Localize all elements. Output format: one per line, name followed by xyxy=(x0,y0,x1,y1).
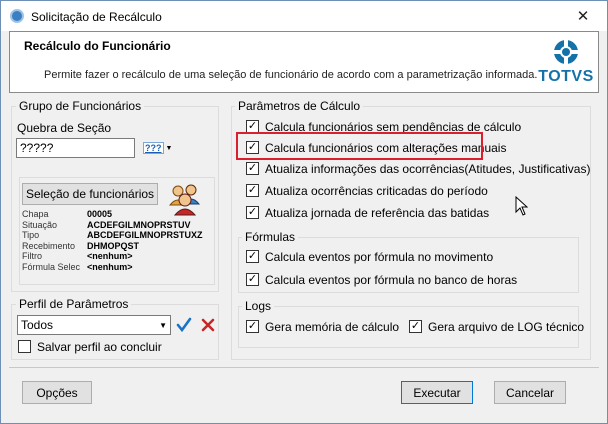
selecao-funcionarios-label: Seleção de funcionários xyxy=(25,187,155,201)
parametros-checkbox[interactable]: ✓ xyxy=(246,206,259,219)
perfil-select[interactable]: Todos ▼ xyxy=(17,315,171,335)
logo-text: TOTVS xyxy=(538,68,594,85)
title-bar: Solicitação de Recálculo ✕ xyxy=(1,1,607,31)
salvar-perfil-checkbox[interactable] xyxy=(18,340,31,353)
header-title: Recálculo do Funcionário xyxy=(24,39,171,53)
logs-checkbox[interactable]: ✓ xyxy=(246,320,259,333)
header-panel: Recálculo do Funcionário Permite fazer o… xyxy=(9,31,599,93)
quebra-secao-label: Quebra de Seção xyxy=(17,121,112,135)
quebra-secao-input[interactable] xyxy=(16,138,135,158)
cancelar-button[interactable]: Cancelar xyxy=(494,381,566,404)
parametros-label: Atualiza informações das ocorrências(Ati… xyxy=(265,162,591,176)
lookup-button[interactable]: ??? ▼ xyxy=(143,140,172,156)
grupo-funcionarios-label: Grupo de Funcionários xyxy=(16,99,145,113)
lookup-icon: ??? xyxy=(143,142,164,154)
parametros-label: Atualiza ocorrências criticadas do perío… xyxy=(265,184,488,198)
info-label: Situação xyxy=(22,219,58,230)
check-icon[interactable] xyxy=(176,317,192,333)
totvs-logo-icon xyxy=(552,38,580,66)
formulas-label: Calcula eventos por fórmula no movimento xyxy=(265,250,494,264)
opcoes-button[interactable]: Opções xyxy=(22,381,92,404)
x-icon[interactable] xyxy=(201,318,215,332)
logs-label: Gera arquivo de LOG técnico xyxy=(428,320,585,334)
chevron-down-icon: ▼ xyxy=(165,144,173,152)
info-value: ABCDEFGILMNOPRSTUXZ xyxy=(87,230,203,240)
cancelar-label: Cancelar xyxy=(505,385,555,400)
formulas-label: Fórmulas xyxy=(242,230,299,244)
logs-label: Gera memória de cálculo xyxy=(265,320,400,334)
info-value: <nenhum> xyxy=(87,261,133,272)
users-icon xyxy=(168,184,201,216)
info-value: DHMOPQST xyxy=(87,240,140,251)
selecao-funcionarios-button[interactable]: Seleção de funcionários xyxy=(22,183,158,205)
info-label: Filtro xyxy=(22,251,42,261)
parametros-checkbox[interactable]: ✓ xyxy=(246,162,259,175)
formulas-checkbox[interactable]: ✓ xyxy=(246,250,259,263)
info-value: <nenhum> xyxy=(87,251,133,261)
dialog-window: Solicitação de Recálculo ✕ Recálculo do … xyxy=(0,0,608,424)
executar-label: Executar xyxy=(413,385,461,400)
header-description: Permite fazer o recálculo de uma seleção… xyxy=(44,69,538,81)
info-value: ACDEFGILMNOPRSTUV xyxy=(87,219,191,230)
info-label: Fórmula Selec xyxy=(22,261,81,272)
info-label: Recebimento xyxy=(22,240,76,251)
info-value: 00005 xyxy=(87,209,113,219)
chevron-down-icon: ▼ xyxy=(159,320,167,330)
mouse-cursor-icon xyxy=(515,196,528,216)
footer-separator xyxy=(9,367,599,368)
totvs-logo: TOTVS xyxy=(536,38,596,88)
logs-checkbox[interactable]: ✓ xyxy=(409,320,422,333)
highlight-box xyxy=(236,132,483,160)
formulas-label: Calcula eventos por fórmula no banco de … xyxy=(265,273,518,287)
perfil-selected-value: Todos xyxy=(21,318,54,332)
parametros-label: Parâmetros de Cálculo xyxy=(235,99,364,113)
window-title: Solicitação de Recálculo xyxy=(31,10,162,24)
parametros-label: Atualiza jornada de referência das batid… xyxy=(265,206,490,220)
salvar-perfil-label: Salvar perfil ao concluir xyxy=(37,340,162,354)
logs-label: Logs xyxy=(242,299,275,313)
perfil-label: Perfil de Parâmetros xyxy=(16,297,132,311)
info-label: Chapa xyxy=(22,209,49,219)
formulas-checkbox[interactable]: ✓ xyxy=(246,273,259,286)
close-button[interactable]: ✕ xyxy=(562,3,604,29)
opcoes-label: Opções xyxy=(36,385,78,400)
app-icon xyxy=(10,9,24,23)
executar-button[interactable]: Executar xyxy=(401,381,473,404)
parametros-checkbox[interactable]: ✓ xyxy=(246,184,259,197)
info-label: Tipo xyxy=(22,230,40,240)
